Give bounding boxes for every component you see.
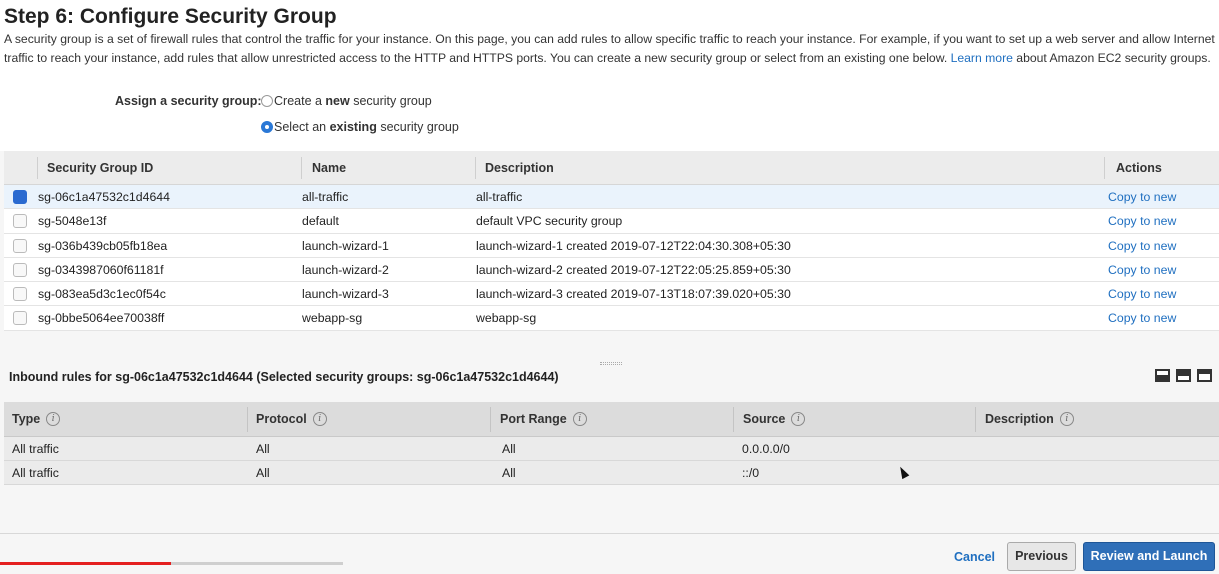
review-and-launch-button[interactable]: Review and Launch (1083, 542, 1215, 571)
page-title: Step 6: Configure Security Group (4, 5, 337, 28)
create-new-sg-option[interactable]: Create a new security group (261, 94, 432, 108)
table-row[interactable]: sg-06c1a47532c1d4644 all-traffic all-tra… (4, 185, 1219, 210)
table-row[interactable]: sg-0343987060f61181f launch-wizard-2 lau… (4, 257, 1219, 283)
col-security-group-id[interactable]: Security Group ID (47, 161, 153, 175)
splitter-grip-icon[interactable] (600, 362, 622, 365)
sg-description: launch-wizard-1 created 2019-07-12T22:04… (476, 238, 791, 253)
row-checkbox[interactable] (13, 262, 27, 277)
table-row[interactable]: sg-083ea5d3c1ec0f54c launch-wizard-3 lau… (4, 282, 1219, 307)
info-icon[interactable]: i (1059, 412, 1074, 426)
rule-port-range: All (502, 466, 516, 480)
info-icon[interactable]: i (312, 412, 327, 426)
rule-source: ::/0 (742, 466, 760, 480)
info-icon[interactable]: i (791, 412, 806, 426)
copy-to-new-link[interactable]: Copy to new (1108, 263, 1176, 277)
rule-type: All traffic (12, 466, 59, 480)
sg-description: default VPC security group (476, 214, 623, 229)
sg-id: sg-0bbe5064ee70038ff (38, 311, 165, 326)
sg-description: launch-wizard-3 created 2019-07-13T18:07… (476, 287, 791, 302)
pane-layout-controls (1155, 369, 1212, 382)
sg-name: webapp-sg (302, 311, 363, 326)
security-group-table: Security Group ID Name Description Actio… (4, 151, 1219, 331)
sg-name: all-traffic (302, 190, 349, 204)
copy-to-new-link[interactable]: Copy to new (1108, 239, 1176, 253)
video-progress-played[interactable] (0, 562, 171, 565)
sg-id: sg-083ea5d3c1ec0f54c (38, 287, 166, 302)
inbound-rules-table: Type i Protocol i Port Range i Source i Desc… (4, 402, 1219, 485)
row-checkbox[interactable] (13, 190, 27, 204)
col-rule-description: Description i (985, 412, 1074, 426)
rule-port-range: All (502, 442, 516, 456)
sg-name: launch-wizard-2 (302, 262, 389, 277)
footer-divider (0, 533, 1219, 534)
col-description[interactable]: Description (485, 161, 554, 175)
col-type: Type i (12, 412, 61, 426)
assign-security-group-label: Assign a security group: (115, 94, 262, 108)
sg-id: sg-036b439cb05fb18ea (38, 238, 168, 253)
sg-id: sg-0343987060f61181f (38, 262, 164, 277)
rule-protocol: All (256, 466, 270, 480)
inbound-rules-title: Inbound rules for sg-06c1a47532c1d4644 (… (9, 370, 559, 384)
table-row: All traffic All All 0.0.0.0/0 (4, 437, 1219, 461)
col-name[interactable]: Name (312, 161, 346, 175)
sg-name: default (302, 214, 339, 229)
row-checkbox[interactable] (13, 238, 27, 253)
select-existing-label: Select an existing security group (274, 120, 459, 134)
sg-id: sg-5048e13f (38, 214, 107, 229)
select-existing-sg-option[interactable]: Select an existing security group (261, 120, 459, 134)
row-checkbox[interactable] (13, 287, 27, 302)
col-protocol: Protocol i (256, 412, 327, 426)
sg-description: all-traffic (476, 190, 523, 204)
info-icon[interactable]: i (46, 412, 61, 426)
sg-name: launch-wizard-3 (302, 287, 389, 302)
learn-more-link[interactable]: Learn more (951, 51, 1013, 65)
inbound-rules-header: Type i Protocol i Port Range i Source i Desc… (4, 402, 1219, 437)
table-row[interactable]: sg-5048e13f default default VPC security… (4, 209, 1219, 234)
intro-paragraph: A security group is a set of firewall ru… (4, 30, 1216, 67)
copy-to-new-link[interactable]: Copy to new (1108, 190, 1176, 204)
layout-bottom-pane-icon[interactable] (1155, 369, 1170, 382)
intro-tail-text: about Amazon EC2 security groups. (1012, 50, 1211, 65)
layout-maximize-icon[interactable] (1197, 369, 1212, 382)
copy-to-new-link[interactable]: Copy to new (1108, 287, 1176, 301)
col-actions: Actions (1116, 161, 1162, 175)
table-row: All traffic All All ::/0 (4, 461, 1219, 485)
sg-id: sg-06c1a47532c1d4644 (38, 190, 170, 204)
rule-type: All traffic (12, 442, 59, 456)
security-group-table-header: Security Group ID Name Description Actio… (4, 151, 1219, 185)
radio-select-existing[interactable] (261, 121, 273, 133)
rule-source: 0.0.0.0/0 (742, 442, 790, 456)
create-new-label: Create a new security group (274, 94, 432, 108)
col-source: Source i (743, 412, 806, 426)
sg-description: launch-wizard-2 created 2019-07-12T22:05… (476, 262, 791, 277)
table-row[interactable]: sg-036b439cb05fb18ea launch-wizard-1 lau… (4, 233, 1219, 258)
info-icon[interactable]: i (572, 412, 587, 426)
layout-top-pane-icon[interactable] (1176, 369, 1191, 382)
table-row[interactable]: sg-0bbe5064ee70038ff webapp-sg webapp-sg… (4, 306, 1219, 331)
col-port-range: Port Range i (500, 412, 587, 426)
rule-protocol: All (256, 442, 270, 456)
row-checkbox[interactable] (13, 311, 27, 326)
sg-description: webapp-sg (476, 311, 537, 326)
previous-button[interactable]: Previous (1007, 542, 1076, 571)
row-checkbox[interactable] (13, 214, 27, 229)
copy-to-new-link[interactable]: Copy to new (1108, 311, 1176, 325)
sg-name: launch-wizard-1 (302, 238, 389, 253)
copy-to-new-link[interactable]: Copy to new (1108, 214, 1176, 228)
radio-create-new[interactable] (261, 95, 273, 107)
